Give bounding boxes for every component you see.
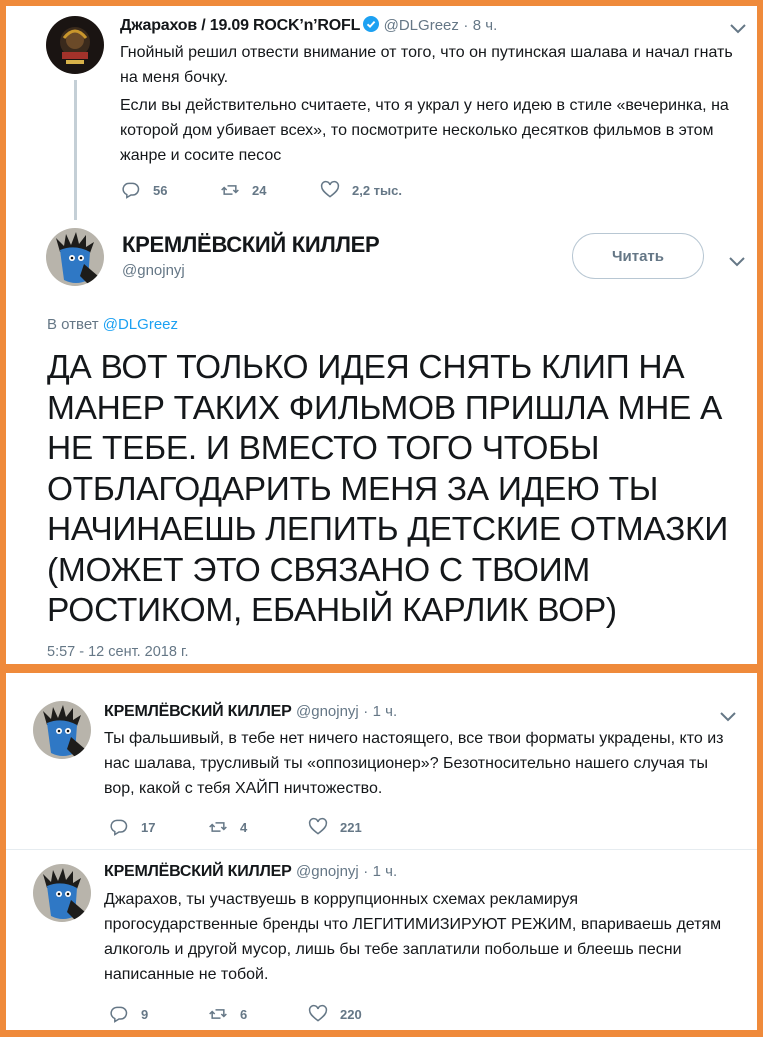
reply-handle-link[interactable]: @DLGreez xyxy=(103,316,178,333)
like-count: 2,2 тыс. xyxy=(352,182,402,198)
tweet1-header: Джарахов / 19.09 ROCK’n’ROFL @DLGreez · … xyxy=(120,16,497,35)
retweet-count: 6 xyxy=(240,1006,248,1022)
like-button[interactable]: 2,2 тыс. xyxy=(320,180,402,200)
main-tweet-name[interactable]: КРЕМЛЁВСКИЙ КИЛЛЕР xyxy=(122,232,380,258)
chevron-down-icon[interactable] xyxy=(716,708,740,726)
avatar-dlgreez[interactable] xyxy=(46,16,104,74)
like-button[interactable]: 221 xyxy=(308,817,362,837)
separator-dot: · xyxy=(363,703,369,720)
retweet-button[interactable]: 24 xyxy=(220,180,266,200)
tweet3-name[interactable]: КРЕМЛЁВСКИЙ КИЛЛЕР xyxy=(104,863,292,880)
reply-button[interactable]: 56 xyxy=(121,180,167,200)
top-panel: Джарахов / 19.09 ROCK’n’ROFL @DLGreez · … xyxy=(6,6,757,664)
reply-count: 9 xyxy=(141,1006,149,1022)
retweet-icon xyxy=(209,1009,227,1019)
chevron-down-icon[interactable] xyxy=(725,253,749,271)
tweet2-name[interactable]: КРЕМЛЁВСКИЙ КИЛЛЕР xyxy=(104,703,292,720)
like-count: 221 xyxy=(340,819,362,835)
avatar-gnojnyj[interactable] xyxy=(33,864,91,922)
tweet3-handle[interactable]: @gnojnyj xyxy=(296,863,359,880)
main-tweet-date[interactable]: 5:57 - 12 сент. 2018 г. xyxy=(47,644,189,660)
tweet1-line1: Гнойный решил отвести внимание от того, … xyxy=(120,44,733,86)
reply-icon xyxy=(122,182,140,199)
heart-icon xyxy=(320,180,340,198)
main-tweet-text: ДА ВОТ ТОЛЬКО ИДЕЯ СНЯТЬ КЛИП НА МАНЕР Т… xyxy=(47,349,728,629)
tweet1-text: Гнойный решил отвести внимание от того, … xyxy=(120,40,740,168)
reply-icon xyxy=(110,1006,128,1023)
tweet3-time[interactable]: 1 ч. xyxy=(373,863,398,880)
retweet-count: 24 xyxy=(252,182,267,198)
reply-prefix: В ответ xyxy=(47,316,99,333)
tweet2-text: Ты фальшивый, в тебе нет ничего настояще… xyxy=(104,730,724,797)
heart-icon xyxy=(308,817,328,835)
chevron-down-icon[interactable] xyxy=(726,20,750,38)
tweet-divider xyxy=(6,849,757,850)
tweet1-handle[interactable]: @DLGreez xyxy=(384,17,459,34)
reply-count: 17 xyxy=(141,819,156,835)
like-count: 220 xyxy=(340,1006,362,1022)
tweet3-header: КРЕМЛЁВСКИЙ КИЛЛЕР @gnojnyj · 1 ч. xyxy=(104,863,397,881)
avatar-gnojnyj[interactable] xyxy=(46,228,104,286)
thread-line xyxy=(74,80,77,220)
reply-icon xyxy=(110,819,128,836)
separator-dot: · xyxy=(463,17,469,34)
retweet-icon xyxy=(221,185,239,195)
retweet-button[interactable]: 4 xyxy=(208,817,247,837)
reply-count: 56 xyxy=(153,182,168,198)
tweet2-time[interactable]: 1 ч. xyxy=(373,703,398,720)
tweet2-header: КРЕМЛЁВСКИЙ КИЛЛЕР @gnojnyj · 1 ч. xyxy=(104,703,397,721)
tweet1-line2: Если вы действительно считаете, что я ук… xyxy=(120,97,729,164)
reply-context: В ответ @DLGreez xyxy=(47,316,178,333)
tweet1-time[interactable]: 8 ч. xyxy=(473,17,498,34)
bottom-panel: КРЕМЛЁВСКИЙ КИЛЛЕР @gnojnyj · 1 ч. Ты фа… xyxy=(6,673,757,1030)
tweet1-name[interactable]: Джарахов / 19.09 ROCK’n’ROFL xyxy=(120,17,360,34)
verified-icon xyxy=(363,16,380,32)
separator-dot: · xyxy=(363,863,369,880)
heart-icon xyxy=(308,1004,328,1022)
follow-button[interactable]: Читать xyxy=(572,233,704,279)
reply-button[interactable]: 9 xyxy=(109,1004,148,1024)
tweet3-text: Джарахов, ты участвуешь в коррупционных … xyxy=(104,891,722,983)
retweet-icon xyxy=(209,822,227,832)
main-tweet-handle[interactable]: @gnojnyj xyxy=(122,262,185,279)
like-button[interactable]: 220 xyxy=(308,1004,362,1024)
retweet-count: 4 xyxy=(240,819,248,835)
retweet-button[interactable]: 6 xyxy=(208,1004,247,1024)
tweet2-handle[interactable]: @gnojnyj xyxy=(296,703,359,720)
reply-button[interactable]: 17 xyxy=(109,817,155,837)
avatar-gnojnyj[interactable] xyxy=(33,701,91,759)
